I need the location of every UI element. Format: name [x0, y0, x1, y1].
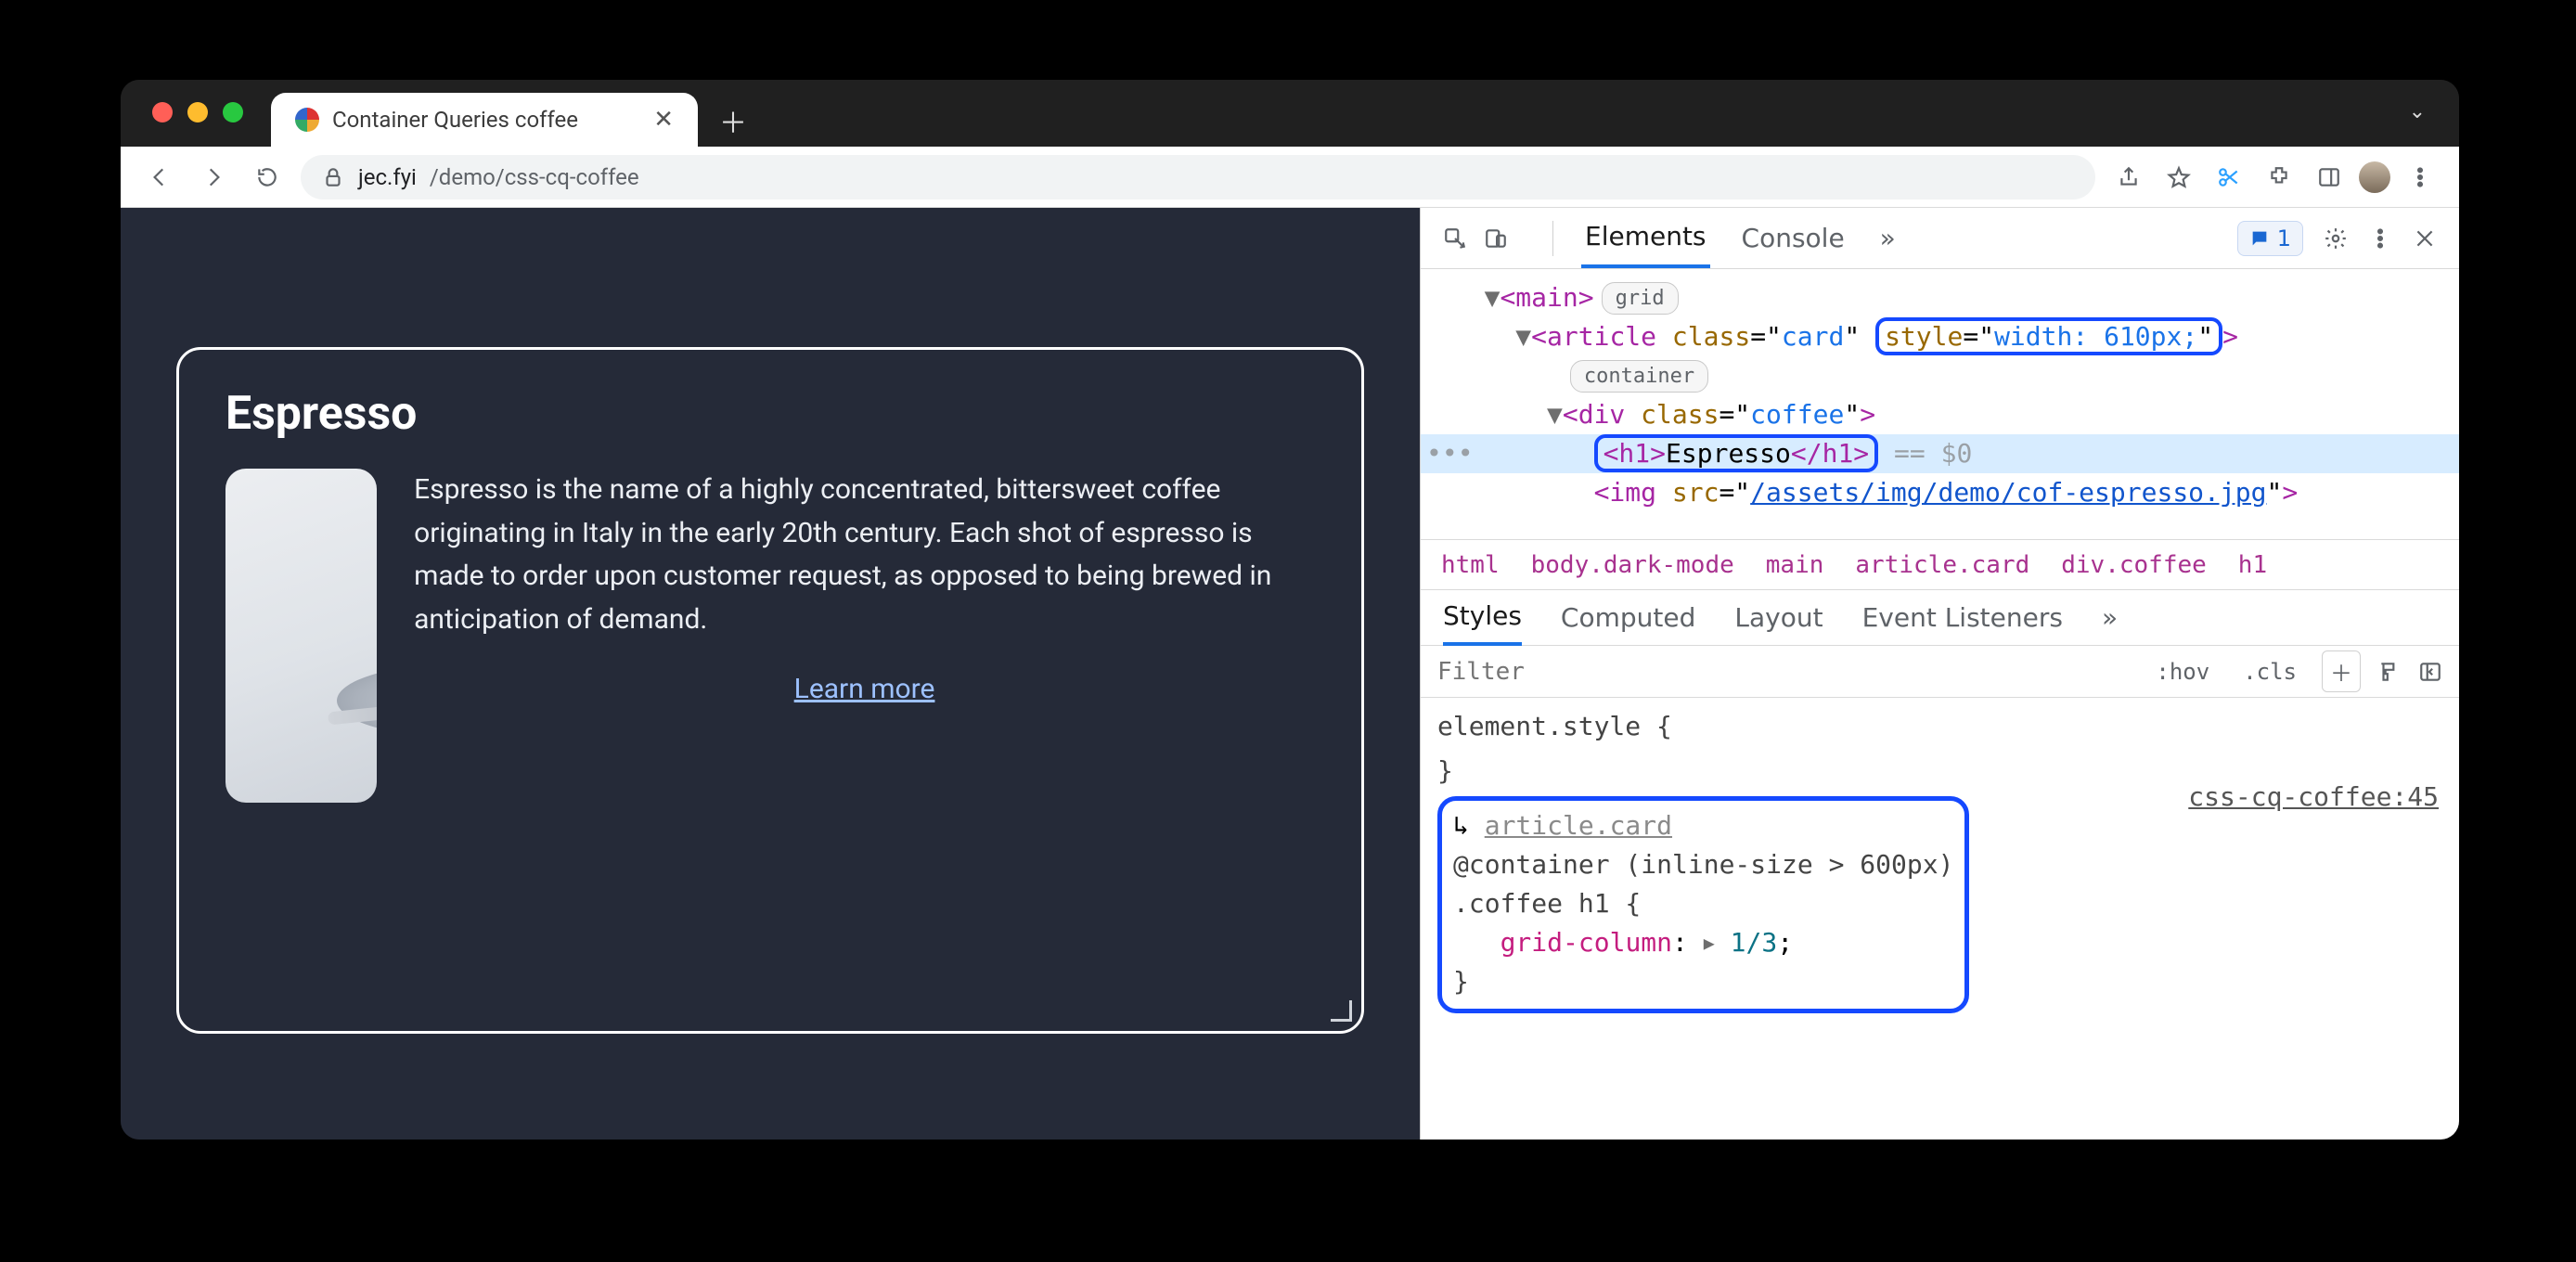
subtab-styles[interactable]: Styles: [1443, 589, 1522, 646]
styles-subtabs: Styles Computed Layout Event Listeners »: [1421, 590, 2459, 646]
crumb[interactable]: body.dark-mode: [1531, 551, 1734, 579]
back-button[interactable]: [139, 157, 180, 198]
devtools-tabbar: Elements Console » 1: [1421, 208, 2459, 269]
devtools-close-icon[interactable]: [2413, 226, 2437, 251]
url-host: jec.fyi: [358, 164, 417, 190]
share-button[interactable]: [2108, 157, 2149, 198]
devtools-menu-icon[interactable]: [2368, 226, 2392, 251]
stylesheet-origin-link[interactable]: css-cq-coffee:45: [2188, 778, 2439, 817]
subtab-computed[interactable]: Computed: [1561, 602, 1695, 633]
tab-strip: Container Queries coffee ✕ ＋ ⌄: [121, 80, 2459, 147]
profile-avatar[interactable]: [2359, 161, 2390, 193]
address-bar[interactable]: jec.fyi/demo/css-cq-coffee: [301, 155, 2095, 200]
crumb[interactable]: h1: [2238, 551, 2267, 579]
crumb[interactable]: main: [1766, 551, 1824, 579]
styles-pane[interactable]: element.style { } css-cq-coffee:45 ↳ art…: [1421, 698, 2459, 1140]
page-viewport: Espresso Espresso is the name of a highl…: [121, 208, 1420, 1140]
lock-icon: [321, 165, 345, 189]
inspect-icon[interactable]: [1443, 226, 1467, 251]
subtab-event-listeners[interactable]: Event Listeners: [1862, 602, 2063, 633]
browser-tab[interactable]: Container Queries coffee ✕: [271, 93, 698, 147]
bookmark-button[interactable]: [2158, 157, 2199, 198]
crumb[interactable]: div.coffee: [2061, 551, 2207, 579]
tabs-overflow-button[interactable]: »: [1876, 210, 1900, 266]
fullscreen-window-button[interactable]: [223, 102, 243, 122]
window-controls: [152, 102, 243, 122]
minimize-window-button[interactable]: [187, 102, 208, 122]
favicon-icon: [295, 108, 319, 132]
tab-title: Container Queries coffee: [332, 107, 578, 133]
sidepanel-button[interactable]: [2309, 157, 2350, 198]
styles-filter-input[interactable]: [1437, 658, 2131, 686]
forward-button[interactable]: [193, 157, 234, 198]
dom-breadcrumb[interactable]: html body.dark-mode main article.card di…: [1421, 540, 2459, 590]
toggle-sidebar-icon[interactable]: [2418, 660, 2442, 684]
resize-handle[interactable]: [1328, 998, 1352, 1022]
crumb[interactable]: html: [1441, 551, 1500, 579]
close-window-button[interactable]: [152, 102, 173, 122]
device-toggle-icon[interactable]: [1484, 226, 1508, 251]
tab-close-button[interactable]: ✕: [653, 106, 674, 134]
card-title: Espresso: [225, 387, 1315, 441]
issues-button[interactable]: 1: [2237, 221, 2303, 256]
container-link[interactable]: article.card: [1485, 810, 1672, 841]
url-path: /demo/css-cq-coffee: [430, 164, 639, 190]
styles-filter-bar: :hov .cls ＋: [1421, 646, 2459, 698]
browser-window: Container Queries coffee ✕ ＋ ⌄ jec.fyi/d…: [121, 80, 2459, 1140]
hov-toggle[interactable]: :hov: [2147, 654, 2218, 689]
tab-elements[interactable]: Elements: [1581, 208, 1710, 268]
devtools-panel: Elements Console » 1 ▼<main>grid: [1420, 208, 2459, 1140]
subtab-layout[interactable]: Layout: [1734, 602, 1823, 633]
settings-icon[interactable]: [2324, 226, 2348, 251]
container-query-rule: ↳ article.card @container (inline-size >…: [1437, 796, 1969, 1013]
tab-console[interactable]: Console: [1738, 210, 1848, 266]
subtabs-overflow[interactable]: »: [2102, 602, 2118, 633]
issues-count: 1: [2277, 225, 2291, 251]
scissors-icon[interactable]: [2209, 157, 2249, 198]
new-style-rule-button[interactable]: ＋: [2322, 650, 2361, 692]
learn-more-link[interactable]: Learn more: [414, 673, 1315, 705]
cls-toggle[interactable]: .cls: [2235, 654, 2305, 689]
selected-dom-node[interactable]: ••• <h1>Espresso</h1> == $0: [1421, 434, 2459, 473]
window-menu-button[interactable]: ⌄: [2409, 100, 2426, 123]
coffee-image: [225, 469, 377, 803]
extensions-button[interactable]: [2259, 157, 2299, 198]
elements-tree[interactable]: ▼<main>grid ▼<article class="card" style…: [1421, 269, 2459, 540]
browser-menu-button[interactable]: [2400, 157, 2441, 198]
crumb[interactable]: article.card: [1855, 551, 2029, 579]
paint-icon[interactable]: [2377, 660, 2402, 684]
coffee-card: Espresso Espresso is the name of a highl…: [176, 347, 1364, 1034]
card-description: Espresso is the name of a highly concent…: [414, 469, 1315, 641]
browser-toolbar: jec.fyi/demo/css-cq-coffee: [121, 147, 2459, 208]
new-tab-button[interactable]: ＋: [715, 102, 752, 139]
reload-button[interactable]: [247, 157, 288, 198]
